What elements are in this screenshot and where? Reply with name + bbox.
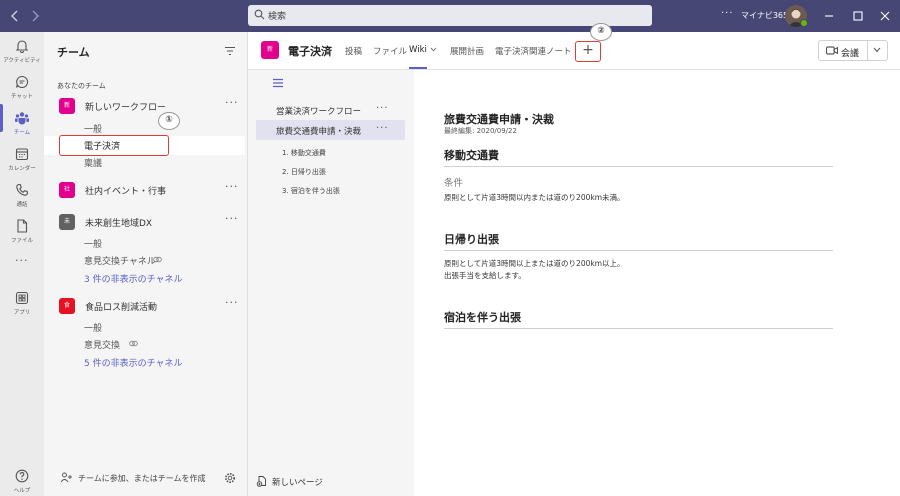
tab-payment-notes[interactable]: 電子決済関連ノート <box>495 45 572 57</box>
callout-badge-1: ① <box>158 112 180 130</box>
teams-pane: チーム あなたのチーム 新 新しいワークフロー ··· 一般 <box>44 32 248 496</box>
calendar-icon <box>15 148 29 161</box>
rail-label: チャット <box>11 94 33 100</box>
hamburger-icon[interactable] <box>272 78 284 88</box>
wiki-section-item[interactable]: 2. 日帰り出張 <box>282 167 326 177</box>
section-subheading: 条件 <box>444 178 464 189</box>
rail-label: アプリ <box>13 310 31 316</box>
bell-icon <box>15 40 29 53</box>
your-teams-label: あなたのチーム <box>57 82 106 90</box>
maximize-icon[interactable] <box>851 9 865 23</box>
new-page-icon <box>256 476 266 487</box>
phone-icon <box>16 183 29 196</box>
rail-label: アクティビティ <box>3 58 41 64</box>
rail-item-chat[interactable]: チャット <box>0 70 44 108</box>
team-more-options[interactable]: ··· <box>225 96 239 109</box>
search-input[interactable]: 検索 <box>248 5 652 26</box>
chat-icon <box>15 75 29 89</box>
meet-label: 会議 <box>841 49 860 59</box>
callout-highlight-channel <box>59 135 169 156</box>
rail-label: ファイル <box>10 238 33 244</box>
chevron-down-icon[interactable] <box>430 47 437 52</box>
tab-files[interactable]: ファイル <box>373 45 407 57</box>
meet-button[interactable]: 会議 <box>818 40 888 61</box>
app-rail: アクティビティ チャット チーム カレンダー 通話 ファイル ··· アプリ ヘ… <box>0 32 44 496</box>
rail-more-button[interactable]: ··· <box>15 254 29 267</box>
wiki-section-nav: 営業決済ワークフロー ··· 旅費交通費申請・決裁 ··· 1. 移動交通費 2… <box>248 70 414 496</box>
wiki-page-title: 旅費交通費申請・決裁 <box>444 113 554 126</box>
rail-label: カレンダー <box>8 166 36 172</box>
section-body-line: 出張手当を支給します。 <box>444 271 526 280</box>
video-camera-icon <box>826 46 838 55</box>
add-tab-button[interactable]: + <box>575 41 601 62</box>
help-icon <box>15 469 29 483</box>
callout-badge-2: ② <box>590 23 612 41</box>
add-tab-label: + <box>582 42 594 58</box>
wiki-page-more-options[interactable]: ··· <box>376 123 389 134</box>
rail-label: チーム <box>13 130 31 136</box>
rail-item-apps[interactable]: アプリ <box>0 286 44 324</box>
section-heading: 移動交通費 <box>444 149 499 162</box>
rail-item-files[interactable]: ファイル <box>0 214 44 252</box>
rail-item-teams[interactable]: チーム <box>0 106 44 144</box>
rail-item-calls[interactable]: 通話 <box>0 178 44 216</box>
new-page-label: 新しいページ <box>272 478 323 488</box>
file-icon <box>17 219 28 233</box>
rail-active-indicator <box>0 104 3 132</box>
section-divider <box>444 166 833 167</box>
minimize-icon[interactable] <box>822 9 836 23</box>
active-tab-indicator <box>409 67 427 69</box>
title-bar: 検索 ··· マイナビ365 <box>0 0 900 32</box>
rail-item-help[interactable]: ヘルプ <box>0 464 44 496</box>
wiki-page-item-label: 旅費交通費申請・決裁 <box>276 127 362 137</box>
more-options-button[interactable]: ··· <box>721 8 734 19</box>
wiki-section-item[interactable]: 3. 宿泊を伴う出張 <box>282 186 340 196</box>
section-divider <box>444 328 833 329</box>
filter-icon[interactable] <box>224 46 236 56</box>
meet-divider <box>867 41 868 60</box>
section-body-line: 原則として片道3時間以上または道のり200km以上。 <box>444 259 625 268</box>
user-name: マイナビ365 <box>741 11 789 20</box>
section-heading: 日帰り出張 <box>444 233 499 246</box>
back-icon[interactable] <box>8 9 22 23</box>
rail-label: ヘルプ <box>13 488 31 494</box>
search-placeholder: 検索 <box>268 12 287 22</box>
section-divider <box>444 250 833 251</box>
channel-item[interactable]: 一般 <box>84 122 102 135</box>
teams-pane-title: チーム <box>57 46 90 59</box>
presence-available-icon <box>800 19 808 27</box>
new-page-button[interactable]: 新しいページ <box>256 475 323 488</box>
rail-label: 通話 <box>16 202 28 208</box>
teams-icon <box>15 112 29 125</box>
search-icon <box>254 9 265 20</box>
channel-header: 新 電子決済 投稿 ファイル Wiki 展開計画 電子決済関連ノート + 会議 <box>248 32 900 70</box>
team-avatar: 新 <box>59 98 75 114</box>
section-body-line: 原則として片道3時間以内または道のり200km未満。 <box>444 193 625 202</box>
close-icon[interactable] <box>878 9 892 23</box>
rail-item-activity[interactable]: アクティビティ <box>0 34 44 72</box>
tab-posts[interactable]: 投稿 <box>345 45 362 57</box>
channel-title: 電子決済 <box>288 45 332 58</box>
team-row[interactable]: 新 新しいワークフロー ··· <box>44 95 248 117</box>
rail-item-calendar[interactable]: カレンダー <box>0 142 44 180</box>
wiki-content: 旅費交通費申請・決裁 最終編集: 2020/09/22 移動交通費 条件 原則と… <box>414 70 900 496</box>
last-edited-label: 最終編集: 2020/09/22 <box>444 127 517 135</box>
chevron-down-icon[interactable] <box>873 47 881 53</box>
wiki-section-item[interactable]: 1. 移動交通費 <box>282 148 326 158</box>
apps-icon <box>15 291 29 305</box>
wiki-page-more-options[interactable]: ··· <box>376 103 389 114</box>
forward-icon[interactable] <box>28 9 42 23</box>
tab-rollout-plan[interactable]: 展開計画 <box>450 45 484 57</box>
team-name: 新しいワークフロー <box>85 103 167 113</box>
section-heading: 宿泊を伴う出張 <box>444 311 521 324</box>
channel-team-avatar: 新 <box>261 41 279 59</box>
wiki-page-item[interactable]: 営業決済ワークフロー <box>276 105 361 117</box>
tab-wiki[interactable]: Wiki <box>409 45 427 55</box>
